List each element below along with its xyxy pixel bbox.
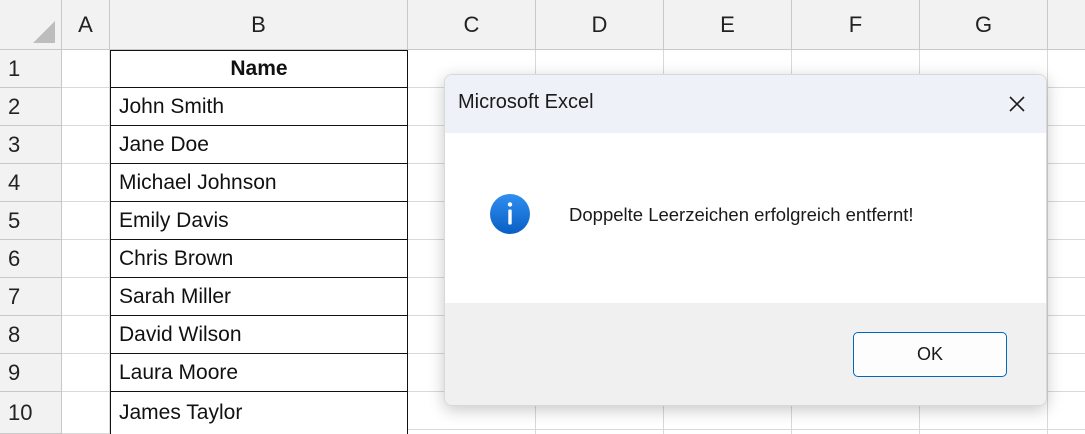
cell-a2[interactable] [62, 88, 110, 126]
column-header-c[interactable]: C [408, 0, 536, 50]
cell-a4[interactable] [62, 164, 110, 202]
cell-a3[interactable] [62, 126, 110, 164]
cell-a7[interactable] [62, 278, 110, 316]
dialog-message: Doppelte Leerzeichen erfolgreich entfern… [569, 204, 914, 225]
cell-b8[interactable]: David Wilson [110, 316, 408, 354]
row-header-2[interactable]: 2 [0, 88, 62, 126]
cell-b7[interactable]: Sarah Miller [110, 278, 408, 316]
column-header-f[interactable]: F [792, 0, 920, 50]
column-header-next[interactable] [1048, 0, 1085, 50]
cell-b10[interactable]: James Taylor [110, 392, 408, 434]
cell-a9[interactable] [62, 354, 110, 392]
row-header-3[interactable]: 3 [0, 126, 62, 164]
cell-b5[interactable]: Emily Davis [110, 202, 408, 240]
row-header-10[interactable]: 10 [0, 392, 62, 434]
cell-a6[interactable] [62, 240, 110, 278]
column-header-a[interactable]: A [62, 0, 110, 50]
dialog-title-bar: Microsoft Excel [445, 75, 1046, 133]
row-header-1[interactable]: 1 [0, 50, 62, 88]
cell-b4[interactable]: Michael Johnson [110, 164, 408, 202]
column-header-d[interactable]: D [536, 0, 664, 50]
select-all-corner[interactable] [0, 0, 62, 50]
dialog-body: Doppelte Leerzeichen erfolgreich entfern… [445, 133, 1046, 303]
ok-button[interactable]: OK [853, 332, 1007, 377]
cell-b2[interactable]: John Smith [110, 88, 408, 126]
cell-b3[interactable]: Jane Doe [110, 126, 408, 164]
row-header-7[interactable]: 7 [0, 278, 62, 316]
row-header-5[interactable]: 5 [0, 202, 62, 240]
cell-b9[interactable]: Laura Moore [110, 354, 408, 392]
cell-a5[interactable] [62, 202, 110, 240]
message-dialog: Microsoft Excel Doppelte Leerzeichen erf… [444, 74, 1047, 406]
cell-a8[interactable] [62, 316, 110, 354]
column-header-b[interactable]: B [110, 0, 408, 50]
cell-a1[interactable] [62, 50, 110, 88]
select-all-triangle-icon [33, 21, 55, 43]
cell-a10[interactable] [62, 392, 110, 434]
cell-b1-header[interactable]: Name [110, 50, 408, 88]
info-icon [490, 194, 530, 234]
column-header-e[interactable]: E [664, 0, 792, 50]
dialog-footer: OK [445, 303, 1046, 405]
row-header-9[interactable]: 9 [0, 354, 62, 392]
column-header-g[interactable]: G [920, 0, 1048, 50]
dialog-title: Microsoft Excel [458, 91, 594, 113]
row-header-8[interactable]: 8 [0, 316, 62, 354]
row-header-6[interactable]: 6 [0, 240, 62, 278]
row-header-4[interactable]: 4 [0, 164, 62, 202]
close-icon [1009, 96, 1025, 112]
close-button[interactable] [988, 75, 1046, 133]
cell-b6[interactable]: Chris Brown [110, 240, 408, 278]
